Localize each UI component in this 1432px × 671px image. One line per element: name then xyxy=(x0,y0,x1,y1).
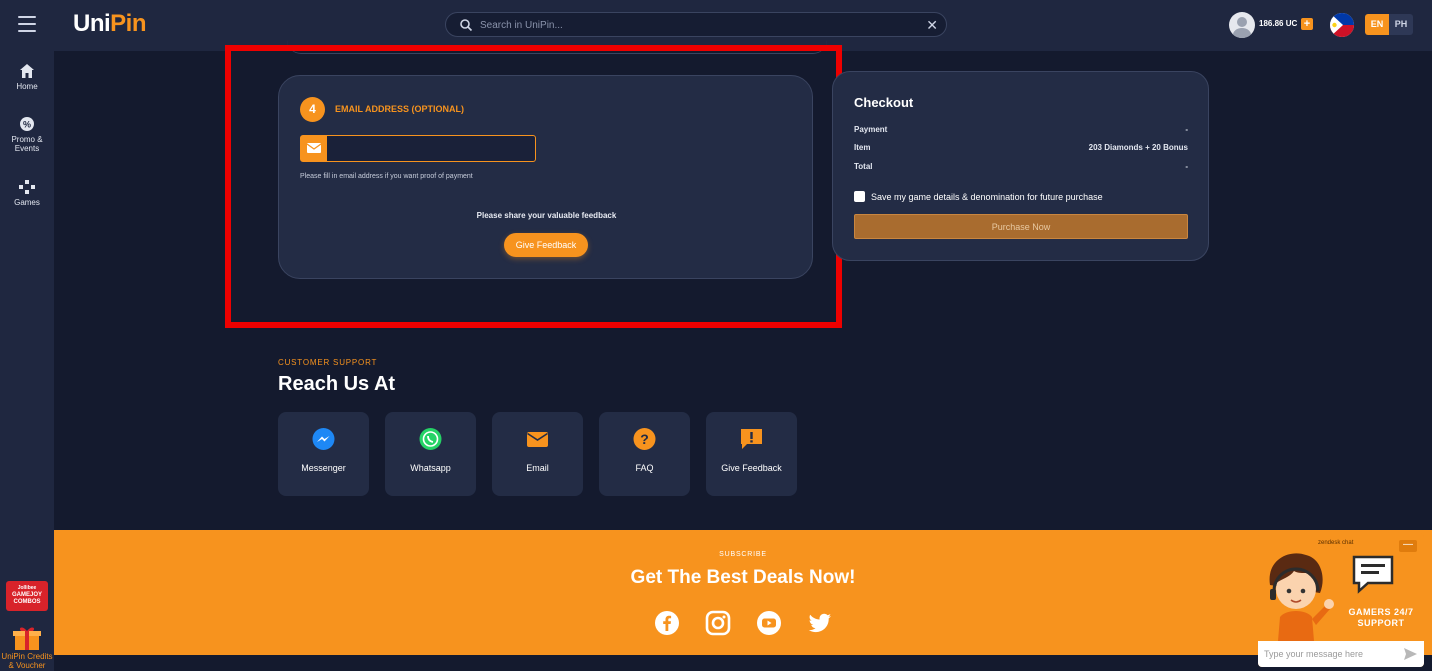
avatar[interactable] xyxy=(1229,12,1255,38)
philippines-flag-icon[interactable] xyxy=(1330,13,1354,37)
sidebar-item-label: Home xyxy=(16,82,38,91)
unipin-credits-link[interactable]: UniPin Credits & Voucher xyxy=(0,652,54,670)
svg-text:%: % xyxy=(23,120,31,130)
support-email[interactable]: Email xyxy=(492,412,583,496)
topup-plus-button[interactable]: + xyxy=(1301,18,1313,30)
sidebar-item-home[interactable]: Home xyxy=(0,63,54,91)
checkout-row-label: Payment xyxy=(854,125,888,134)
faq-icon: ? xyxy=(633,428,656,450)
subscribe-banner: SUBSCRIBE Get The Best Deals Now! xyxy=(54,530,1432,655)
twitter-icon[interactable] xyxy=(807,610,833,636)
search-icon xyxy=(460,19,473,32)
messenger-icon xyxy=(312,428,335,450)
reach-us-title: Reach Us At xyxy=(278,373,396,395)
gift-icon[interactable] xyxy=(12,625,42,651)
save-details-checkbox[interactable] xyxy=(854,191,865,202)
lang-en-button[interactable]: EN xyxy=(1365,14,1389,35)
svg-text:?: ? xyxy=(640,431,649,447)
search-bar[interactable]: ✕ xyxy=(445,12,947,37)
lang-ph-button[interactable]: PH xyxy=(1389,14,1413,35)
support-whatsapp[interactable]: Whatsapp xyxy=(385,412,476,496)
subscribe-label: SUBSCRIBE xyxy=(719,551,767,558)
support-mascot-illustration xyxy=(1269,553,1334,641)
checkout-row-value: - xyxy=(1185,162,1188,171)
email-icon xyxy=(527,432,548,447)
subscribe-title: Get The Best Deals Now! xyxy=(630,567,856,588)
checkout-row-total: Total - xyxy=(854,162,1188,171)
checkout-row-label: Total xyxy=(854,162,873,171)
highlight-box xyxy=(225,45,842,328)
footer-strip xyxy=(54,655,1432,671)
instagram-icon[interactable] xyxy=(705,610,731,636)
support-label: Messenger xyxy=(301,463,346,473)
support-label: Give Feedback xyxy=(721,463,782,473)
chat-message-box xyxy=(1258,641,1424,667)
save-details-checkbox-row[interactable]: Save my game details & denomination for … xyxy=(854,191,1103,202)
support-label: Email xyxy=(526,463,549,473)
chat-minimize-button[interactable]: — xyxy=(1399,540,1417,552)
save-details-label: Save my game details & denomination for … xyxy=(871,191,1103,202)
sidebar-item-label: Promo & Events xyxy=(11,135,43,153)
uc-balance: 186.86 UC xyxy=(1259,19,1298,28)
checkout-panel: Checkout Payment - Item 203 Diamonds + 2… xyxy=(832,71,1209,261)
sidebar-item-label: Games xyxy=(14,198,40,207)
sidebar-item-promo[interactable]: % Promo & Events xyxy=(0,116,54,153)
send-icon[interactable] xyxy=(1404,648,1417,660)
search-input[interactable] xyxy=(480,16,910,34)
gamepad-icon xyxy=(19,180,35,194)
gamejoy-brand: Jollibee xyxy=(17,585,37,591)
checkout-row-value: - xyxy=(1185,125,1188,134)
chat-bubble-icon xyxy=(1352,555,1394,594)
support-label: FAQ xyxy=(635,463,654,473)
whatsapp-icon xyxy=(419,428,442,450)
checkout-row-label: Item xyxy=(854,143,871,152)
support-faq[interactable]: ? FAQ xyxy=(599,412,690,496)
chat-tagline: GAMERS 24/7 SUPPORT xyxy=(1348,607,1414,628)
checkout-row-value: 203 Diamonds + 20 Bonus xyxy=(1088,143,1188,152)
facebook-icon[interactable] xyxy=(654,610,680,636)
sidebar: Home % Promo & Events Games Jollibee GAM… xyxy=(0,51,54,671)
menu-icon[interactable] xyxy=(18,16,36,32)
youtube-icon[interactable] xyxy=(756,610,782,636)
sidebar-item-games[interactable]: Games xyxy=(0,179,54,207)
purchase-now-button[interactable]: Purchase Now xyxy=(854,214,1188,239)
support-give-feedback[interactable]: Give Feedback xyxy=(706,412,797,496)
checkout-row-payment: Payment - xyxy=(854,125,1188,134)
gamejoy-label: GAMEJOY COMBOS xyxy=(11,592,42,605)
logo-main: Uni xyxy=(73,10,111,37)
logo-accent: Pin xyxy=(110,10,147,37)
support-label: Whatsapp xyxy=(410,463,451,473)
gamejoy-combos-badge[interactable]: Jollibee GAMEJOY COMBOS xyxy=(6,581,48,611)
language-switcher: EN PH xyxy=(1365,14,1413,35)
customer-support-label: CUSTOMER SUPPORT xyxy=(278,358,378,367)
support-messenger[interactable]: Messenger xyxy=(278,412,369,496)
checkout-title: Checkout xyxy=(854,95,914,110)
clear-icon[interactable]: ✕ xyxy=(926,16,938,34)
home-icon xyxy=(20,64,34,78)
checkout-row-item: Item 203 Diamonds + 20 Bonus xyxy=(854,143,1188,152)
zendesk-chat-widget[interactable]: zendesk chat — GAMERS 24/7 SUPPORT xyxy=(1258,533,1424,667)
promo-icon: % xyxy=(20,117,34,131)
unipin-logo[interactable]: UniPin xyxy=(73,10,147,38)
chat-message-input[interactable] xyxy=(1264,647,1394,661)
feedback-icon xyxy=(741,429,762,449)
